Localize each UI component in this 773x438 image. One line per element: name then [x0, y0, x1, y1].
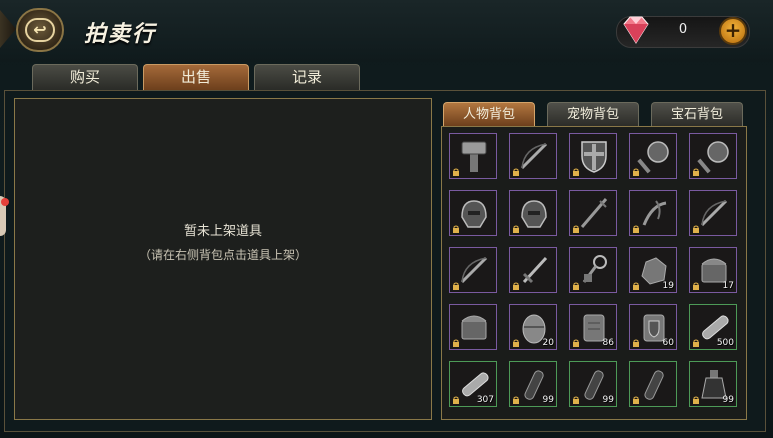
item-count: 99	[602, 395, 614, 405]
tab-records[interactable]: 记录	[254, 64, 360, 90]
empty-title: 暂未上架道具	[183, 224, 262, 239]
lock-icon	[513, 282, 519, 290]
lock-icon	[513, 339, 519, 347]
tab-pet-bag[interactable]: 宠物背包	[547, 102, 639, 126]
inventory-slot[interactable]: 99	[509, 361, 557, 407]
item-count: 99	[542, 395, 554, 405]
back-button[interactable]: ↩	[16, 8, 64, 52]
item-count: 307	[476, 395, 494, 405]
gem-count: 0	[678, 22, 688, 37]
round-mace-icon	[697, 141, 729, 174]
lock-icon	[573, 282, 579, 290]
lock-icon	[513, 168, 519, 176]
inventory-slot[interactable]: 86	[569, 304, 617, 350]
bow-icon	[520, 142, 548, 170]
inventory-slot[interactable]	[449, 247, 497, 293]
vial-icon	[644, 370, 664, 400]
item-count: 500	[716, 338, 734, 348]
inventory-slot[interactable]	[569, 247, 617, 293]
notification-dot	[1, 198, 9, 206]
sword-icon	[522, 256, 548, 284]
shield-icon	[581, 141, 607, 173]
lock-icon	[693, 282, 699, 290]
tab-character-bag[interactable]: 人物背包	[443, 102, 535, 126]
item-count: 60	[662, 338, 674, 348]
empty-hint: （请在右侧背包点击道具上架）	[138, 248, 307, 262]
inventory-slot[interactable]	[629, 133, 677, 179]
inventory-slot[interactable]: 60	[629, 304, 677, 350]
inventory-slot[interactable]	[689, 133, 737, 179]
key-icon	[582, 255, 607, 283]
inventory-slot[interactable]	[509, 133, 557, 179]
inventory-slot[interactable]	[449, 304, 497, 350]
inventory-slot[interactable]	[449, 133, 497, 179]
tab-buy[interactable]: 购买	[32, 64, 138, 90]
lock-icon	[633, 396, 639, 404]
lock-icon	[693, 168, 699, 176]
inventory-slot[interactable]: 19	[629, 247, 677, 293]
helmet-icon	[521, 200, 547, 228]
inventory-slot[interactable]	[509, 247, 557, 293]
inventory-slot[interactable]	[629, 361, 677, 407]
inventory-slot[interactable]	[509, 190, 557, 236]
inventory-slot[interactable]	[569, 133, 617, 179]
inventory-slot[interactable]: 99	[689, 361, 737, 407]
inventory-slot[interactable]: 20	[509, 304, 557, 350]
lock-icon	[573, 225, 579, 233]
item-count: 86	[602, 338, 614, 348]
helmet-icon	[461, 200, 487, 228]
hammer-icon	[461, 141, 487, 172]
lock-icon	[453, 225, 459, 233]
lock-icon	[453, 282, 459, 290]
page-title: 拍卖行	[84, 22, 157, 47]
lock-icon	[693, 396, 699, 404]
inventory-slot[interactable]: 307	[449, 361, 497, 407]
lock-icon	[513, 225, 519, 233]
item-count: 17	[722, 281, 734, 291]
lock-icon	[513, 396, 519, 404]
lock-icon	[453, 396, 459, 404]
lock-icon	[633, 225, 639, 233]
lock-icon	[573, 396, 579, 404]
claw-icon	[642, 200, 667, 226]
lock-icon	[693, 339, 699, 347]
inventory-slot[interactable]	[449, 190, 497, 236]
item-count: 20	[542, 338, 554, 348]
inventory-slot[interactable]	[629, 190, 677, 236]
tab-sell[interactable]: 出售	[143, 64, 249, 90]
back-arrow-icon: ↩	[25, 18, 55, 42]
lock-icon	[633, 168, 639, 176]
lock-icon	[453, 339, 459, 347]
add-gems-button[interactable]: +	[719, 17, 747, 45]
inventory-slot[interactable]: 500	[689, 304, 737, 350]
lock-icon	[693, 225, 699, 233]
tab-gem-bag[interactable]: 宝石背包	[651, 102, 743, 126]
round-mace-icon	[637, 141, 669, 174]
bow-icon	[460, 256, 488, 284]
chest-icon	[461, 315, 487, 340]
lock-icon	[453, 168, 459, 176]
lock-icon	[633, 282, 639, 290]
item-count: 19	[662, 281, 674, 291]
inventory-slot[interactable]	[689, 190, 737, 236]
inventory-slot[interactable]	[569, 190, 617, 236]
diamond-icon	[623, 16, 649, 44]
lock-icon	[633, 339, 639, 347]
lock-icon	[573, 168, 579, 176]
staff-icon	[580, 198, 608, 228]
item-count: 99	[722, 395, 734, 405]
lock-icon	[573, 339, 579, 347]
inventory-slot[interactable]: 99	[569, 361, 617, 407]
inventory-slot[interactable]: 17	[689, 247, 737, 293]
bow-icon	[700, 199, 728, 227]
